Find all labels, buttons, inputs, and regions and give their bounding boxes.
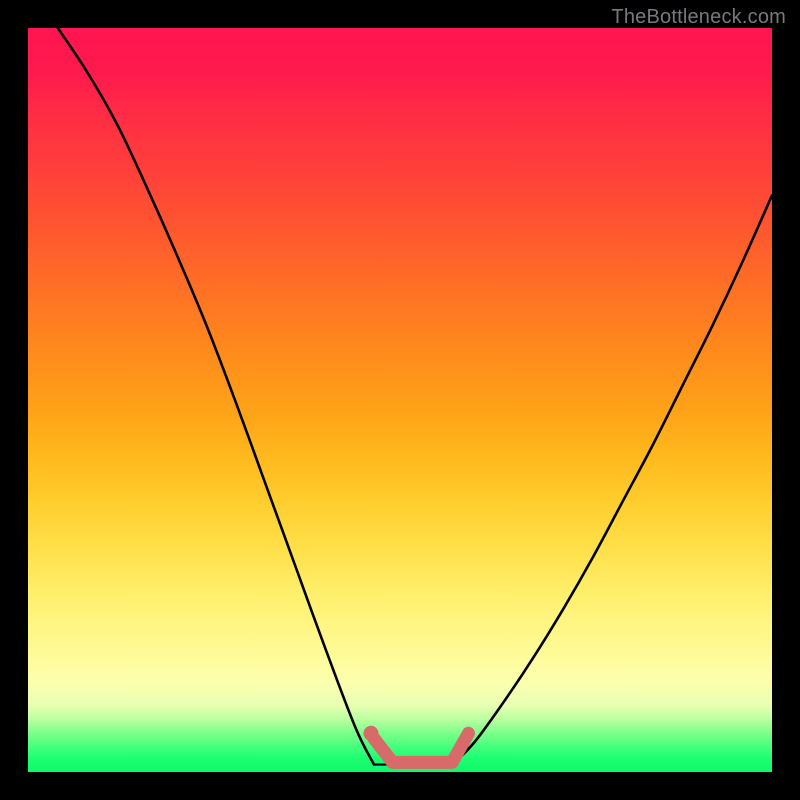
bottleneck-curve-left xyxy=(58,28,374,765)
watermark-text: TheBottleneck.com xyxy=(611,6,786,29)
bottleneck-curve-right xyxy=(452,195,772,764)
chart-svg xyxy=(28,28,772,772)
chart-plot-area xyxy=(28,28,772,772)
minimum-annotation-segment xyxy=(374,733,468,762)
minimum-annotation-dot xyxy=(363,726,378,741)
